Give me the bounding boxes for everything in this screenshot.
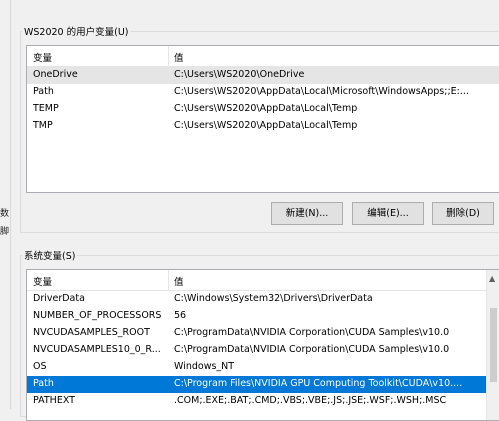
- scrollbar-thumb[interactable]: [490, 308, 497, 382]
- variable-name: TEMP: [33, 103, 59, 114]
- new-user-variable-button[interactable]: 新建(N)...: [271, 202, 343, 225]
- column-divider[interactable]: [168, 270, 169, 290]
- vertical-scrollbar[interactable]: ▲: [486, 270, 499, 420]
- background-text-fragment: 脚: [0, 227, 10, 237]
- column-header-value[interactable]: 值: [174, 50, 184, 64]
- system-variable-row[interactable]: OS Windows_NT: [27, 359, 499, 376]
- variable-value: C:\Users\WS2020\AppData\Local\Temp: [174, 120, 358, 131]
- column-header-value[interactable]: 值: [174, 274, 184, 288]
- user-variables-list[interactable]: 变量 值 OneDrive C:\Users\WS2020\OneDrive P…: [26, 45, 499, 193]
- user-variable-row[interactable]: OneDrive C:\Users\WS2020\OneDrive: [27, 67, 499, 84]
- system-variables-list[interactable]: 变量 值 DriverData C:\Windows\System32\Driv…: [26, 269, 499, 421]
- variable-value: C:\Users\WS2020\OneDrive: [174, 69, 305, 80]
- variable-name: NVCUDASAMPLES10_0_R...: [33, 344, 161, 355]
- system-variables-title: 系统变量(S): [22, 248, 78, 262]
- variable-value: C:\ProgramData\NVIDIA Corporation\CUDA S…: [174, 344, 450, 355]
- user-variables-title: WS2020 的用户变量(U): [22, 24, 131, 38]
- variable-name: NUMBER_OF_PROCESSORS: [33, 310, 162, 321]
- list-header: 变量 值: [27, 46, 499, 67]
- edit-user-variable-button[interactable]: 编辑(E)...: [352, 202, 424, 225]
- system-variable-row[interactable]: PATHEXT .COM;.EXE;.BAT;.CMD;.VBS;.VBE;.J…: [27, 393, 499, 410]
- list-header: 变量 值: [27, 270, 499, 291]
- column-header-variable[interactable]: 变量: [33, 274, 52, 288]
- delete-user-variable-button[interactable]: 删除(D): [432, 202, 494, 225]
- system-variable-row[interactable]: NUMBER_OF_PROCESSORS 56: [27, 308, 499, 325]
- variable-name: Path: [33, 378, 54, 389]
- system-variable-row[interactable]: NVCUDASAMPLES10_0_R... C:\ProgramData\NV…: [27, 342, 499, 359]
- variable-value: C:\ProgramData\NVIDIA Corporation\CUDA S…: [174, 327, 450, 338]
- system-variable-row-selected[interactable]: Path C:\Program Files\NVIDIA GPU Computi…: [27, 376, 499, 393]
- variable-name: DriverData: [33, 293, 85, 304]
- variable-value: C:\Users\WS2020\AppData\Local\Microsoft\…: [174, 86, 469, 97]
- variable-name: NVCUDASAMPLES_ROOT: [33, 327, 150, 338]
- background-window-edge: 数 脚: [0, 0, 11, 409]
- variable-value: C:\Users\WS2020\AppData\Local\Temp: [174, 103, 358, 114]
- background-text-fragment: 数: [0, 209, 10, 219]
- variable-value: C:\Windows\System32\Drivers\DriverData: [174, 293, 373, 304]
- variable-value: Windows_NT: [174, 361, 235, 372]
- variable-name: OneDrive: [33, 69, 78, 80]
- variable-value: .COM;.EXE;.BAT;.CMD;.VBS;.VBE;.JS;.JSE;.…: [174, 395, 447, 406]
- scroll-up-arrow-icon[interactable]: ▲: [489, 274, 495, 283]
- system-variable-row[interactable]: NVCUDASAMPLES_ROOT C:\ProgramData\NVIDIA…: [27, 325, 499, 342]
- user-variable-row[interactable]: TEMP C:\Users\WS2020\AppData\Local\Temp: [27, 101, 499, 118]
- variable-value: C:\Program Files\NVIDIA GPU Computing To…: [174, 378, 463, 389]
- column-header-variable[interactable]: 变量: [33, 50, 52, 64]
- system-variable-row[interactable]: DriverData C:\Windows\System32\Drivers\D…: [27, 291, 499, 308]
- column-divider[interactable]: [168, 46, 169, 66]
- variable-value: 56: [174, 310, 187, 321]
- variable-name: TMP: [33, 120, 53, 131]
- variable-name: Path: [33, 86, 54, 97]
- user-variable-row[interactable]: TMP C:\Users\WS2020\AppData\Local\Temp: [27, 118, 499, 135]
- user-variable-row[interactable]: Path C:\Users\WS2020\AppData\Local\Micro…: [27, 84, 499, 101]
- variable-name: OS: [33, 361, 47, 372]
- variable-name: PATHEXT: [33, 395, 75, 406]
